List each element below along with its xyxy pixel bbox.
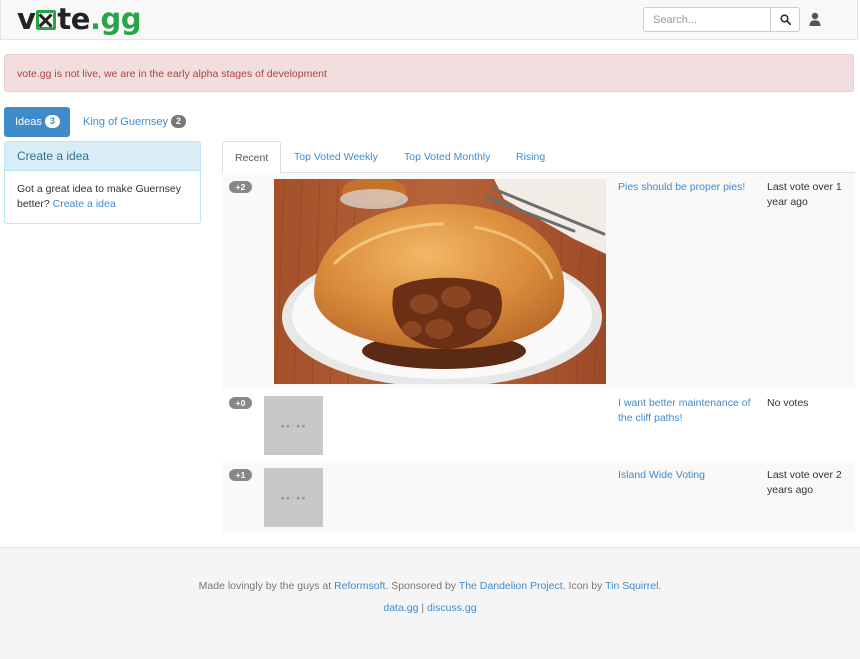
search-button[interactable] [770, 7, 800, 32]
vote-count-badge[interactable]: +2 [229, 181, 252, 193]
panel-heading: Create a idea [5, 142, 200, 171]
last-vote-text: Last vote over 2 years ago [767, 469, 842, 496]
navbar: v te.gg [0, 0, 858, 40]
vote-count-badge[interactable]: +0 [229, 397, 252, 409]
vote-count-badge[interactable]: +1 [229, 469, 252, 481]
idea-row: +1 ▪▪·▪▪ Island Wide Voting Last vote ov… [222, 461, 855, 533]
ballot-box-icon [36, 10, 57, 30]
discuss-gg-link[interactable]: discuss.gg [427, 602, 477, 614]
footer-period: . [658, 580, 662, 592]
idea-title-link[interactable]: I want better maintenance of the cliff p… [618, 396, 758, 426]
pill-king-label: King of Guernsey [83, 116, 168, 128]
create-idea-panel: Create a idea Got a great idea to make G… [4, 141, 201, 224]
footer-credits: Made lovingly by the guys at Reformsoft.… [0, 580, 860, 592]
create-idea-link[interactable]: Create a idea [53, 198, 116, 210]
brand-dot: . [89, 2, 101, 36]
idea-tabs: Recent Top Voted Weekly Top Voted Monthl… [222, 141, 855, 174]
brand-letters-gg: gg [100, 2, 141, 36]
tin-squirrel-link[interactable]: Tin Squirrel [605, 580, 658, 592]
idea-title-link[interactable]: Pies should be proper pies! [618, 180, 758, 195]
pill-king-count: 2 [171, 115, 186, 128]
placeholder-thumbnail: ▪▪·▪▪ [264, 468, 323, 527]
tab-recent[interactable]: Recent [222, 141, 282, 174]
pill-king-of-guernsey[interactable]: King of Guernsey 2 [76, 107, 188, 137]
tab-rising[interactable]: Rising [504, 141, 557, 173]
panel-body: Got a great idea to make Guernsey better… [5, 171, 200, 223]
brand-letters-te: te [57, 2, 90, 36]
pie-photo [274, 179, 606, 384]
alpha-alert: vote.gg is not live, we are in the early… [4, 54, 854, 92]
pill-ideas-label: Ideas [15, 116, 42, 128]
last-vote-text: No votes [767, 397, 809, 409]
idea-row: +0 ▪▪·▪▪ I want better maintenance of th… [222, 389, 855, 461]
data-gg-link[interactable]: data.gg [383, 602, 418, 614]
dandelion-project-link[interactable]: The Dandelion Project [459, 580, 563, 592]
tab-top-voted-monthly[interactable]: Top Voted Monthly [392, 141, 502, 173]
last-vote-text: Last vote over 1 year ago [767, 181, 842, 208]
footer-icon-by-text: . Icon by [562, 580, 603, 592]
footer-separator: | [421, 602, 425, 614]
search-icon [779, 14, 791, 25]
brand-letter-v: v [17, 2, 36, 36]
search-group [643, 7, 800, 32]
search-input[interactable] [643, 7, 770, 32]
pill-ideas-count: 3 [44, 115, 60, 128]
footer: Made lovingly by the guys at Reformsoft.… [0, 547, 860, 659]
placeholder-dots-icon: ▪▪·▪▪ [280, 493, 307, 502]
tab-top-voted-weekly[interactable]: Top Voted Weekly [282, 141, 390, 173]
user-icon[interactable] [808, 11, 822, 27]
brand-logo[interactable]: v te.gg [17, 3, 141, 35]
reformsoft-link[interactable]: Reformsoft [334, 580, 385, 592]
idea-row: +2 Pies should be proper pies! Last vote… [222, 173, 855, 389]
footer-sponsored-text: . Sponsored by [385, 580, 457, 592]
placeholder-dots-icon: ▪▪·▪▪ [280, 421, 307, 430]
footer-made-by-text: Made lovingly by the guys at [198, 580, 332, 592]
placeholder-thumbnail: ▪▪·▪▪ [264, 396, 323, 455]
pill-ideas[interactable]: Ideas 3 [4, 107, 70, 137]
idea-title-link[interactable]: Island Wide Voting [618, 468, 758, 483]
footer-links: data.gg | discuss.gg [0, 602, 860, 614]
